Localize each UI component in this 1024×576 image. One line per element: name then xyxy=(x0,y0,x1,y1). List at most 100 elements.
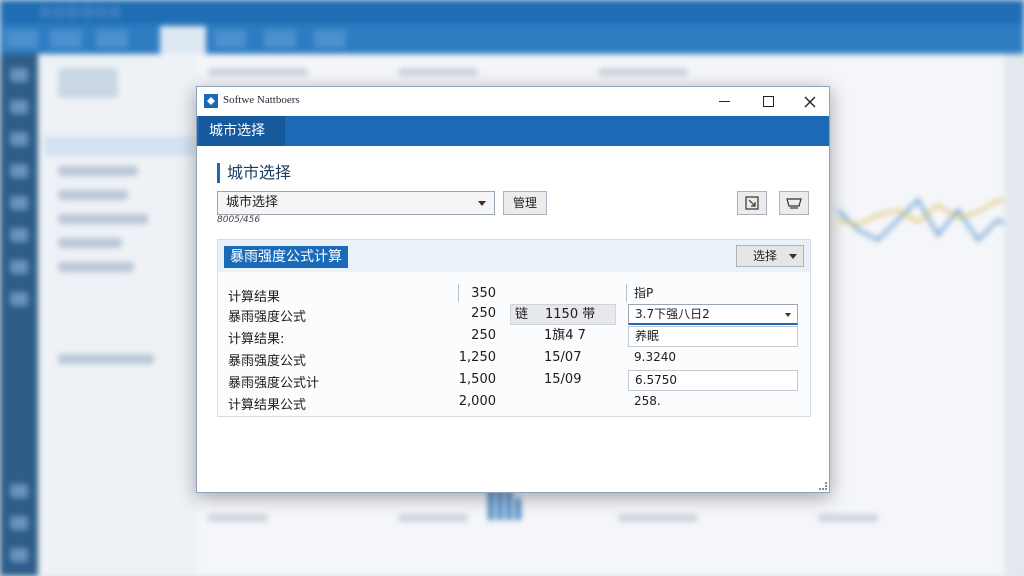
nav-block xyxy=(58,68,118,98)
table-row: 计算结果 350 指P xyxy=(218,284,810,305)
main-line xyxy=(598,68,688,76)
rail-icon xyxy=(10,68,28,82)
table-row: 暴雨强度公式 250 链 1150 带 3.7下强八日2 xyxy=(218,304,810,325)
row-value: 2,000 xyxy=(458,394,496,409)
background-icon-rail xyxy=(0,54,38,576)
row-input[interactable]: 养眠 xyxy=(628,326,798,347)
row-label: 计算结果: xyxy=(228,332,285,347)
table-row: 暴雨强度公式 1,250 15/07 9.3240 xyxy=(218,348,810,369)
background-tab-strip xyxy=(0,24,1024,54)
row-value: 1,500 xyxy=(458,372,496,387)
nav-row xyxy=(58,190,128,200)
table-row: 计算结果公式 2,000 258. xyxy=(218,392,810,413)
background-bar xyxy=(506,490,512,520)
row-value: 350 xyxy=(471,286,496,301)
chevron-down-icon xyxy=(789,254,797,259)
row-mid-b: 15/09 xyxy=(544,372,582,387)
resize-grip-icon[interactable] xyxy=(819,482,827,490)
row-label: 暴雨强度公式计 xyxy=(228,376,320,391)
minimize-button[interactable] xyxy=(703,87,745,116)
row-value: 250 xyxy=(471,306,496,321)
edit-icon xyxy=(745,196,759,210)
rail-icon xyxy=(10,548,28,562)
row-label: 计算结果 xyxy=(228,290,281,305)
panel-select-dropdown[interactable]: 选择 xyxy=(736,245,804,267)
row-mid-b: 1150 带 xyxy=(545,307,596,322)
rail-icon xyxy=(10,100,28,114)
main-line xyxy=(398,514,468,522)
dialog-header-bar: 城市选择 xyxy=(197,116,829,146)
maximize-icon xyxy=(762,96,774,107)
row-value: 250 xyxy=(471,328,496,343)
rail-icon xyxy=(10,132,28,146)
background-chart-series xyxy=(838,198,1018,227)
row-mid-b: 15/07 xyxy=(544,350,582,365)
main-line xyxy=(818,514,878,522)
row-input[interactable]: 6.5750 xyxy=(628,370,798,391)
row-combo-value: 3.7下强八日2 xyxy=(635,307,710,321)
background-tab xyxy=(264,30,296,48)
close-button[interactable] xyxy=(789,87,831,116)
dialog-title: Softwe Nattboers xyxy=(223,94,300,106)
nav-row xyxy=(58,238,122,248)
background-line-chart xyxy=(838,198,1018,242)
print-button[interactable] xyxy=(779,191,809,215)
rail-icon xyxy=(10,484,28,498)
row-right-value: 9.3240 xyxy=(634,350,676,364)
background-tab-active xyxy=(160,26,206,54)
row-label: 暴雨强度公式 xyxy=(228,310,307,325)
dialog-titlebar: Softwe Nattboers xyxy=(197,87,829,116)
background-tab xyxy=(214,30,246,48)
rainstorm-calc-panel: 暴雨强度公式计算 选择 计算结果 350 指P 暴雨强度公式 250 链 115… xyxy=(217,239,811,417)
header-tab[interactable]: 城市选择 xyxy=(199,116,285,146)
rail-icon xyxy=(10,196,28,210)
nav-row xyxy=(58,214,148,224)
section-title: 城市选择 xyxy=(217,163,291,183)
row-right-value: 258. xyxy=(634,394,661,408)
main-line xyxy=(208,514,268,522)
maximize-button[interactable] xyxy=(747,87,789,116)
city-select[interactable]: 城市选择 xyxy=(217,191,495,215)
row-mid-cell: 15/09 xyxy=(510,370,616,391)
background-tab xyxy=(96,30,128,48)
panel-header: 暴雨强度公式计算 选择 xyxy=(218,240,810,272)
minimize-icon xyxy=(718,101,730,102)
print-icon xyxy=(786,198,802,209)
row-mid-a: 链 xyxy=(515,307,529,322)
background-chart-series xyxy=(838,198,1018,242)
panel-dropdown-label: 选择 xyxy=(753,249,778,263)
row-label: 计算结果公式 xyxy=(228,398,307,413)
row-right-label: 指P xyxy=(634,286,654,300)
rail-icon xyxy=(10,228,28,242)
background-title: ▢ ▢ ▢ ▢ ▢ ▢ xyxy=(40,5,120,18)
panel-title: 暴雨强度公式计算 xyxy=(224,246,348,268)
nav-row xyxy=(58,262,134,272)
city-select-value: 城市选择 xyxy=(226,195,279,210)
rail-icon xyxy=(10,260,28,274)
edit-button[interactable] xyxy=(737,191,767,215)
nav-row-selected xyxy=(44,136,194,156)
background-titlebar: ▢ ▢ ▢ ▢ ▢ ▢ xyxy=(0,0,1024,24)
settings-dialog: Softwe Nattboers 城市选择 城市选择 城市选择 管理 8005/… xyxy=(196,86,830,493)
app-logo-icon xyxy=(204,94,218,108)
nav-row xyxy=(58,166,138,176)
row-mid-cell: 1旗4 7 xyxy=(510,326,616,347)
hint-text: 8005/456 xyxy=(217,215,261,225)
manage-button[interactable]: 管理 xyxy=(503,191,547,215)
row-combo-select[interactable]: 3.7下强八日2 xyxy=(628,304,798,325)
main-line xyxy=(208,68,308,76)
row-mid-b: 1旗4 7 xyxy=(544,328,586,343)
rail-icon xyxy=(10,292,28,306)
chevron-down-icon xyxy=(785,313,791,317)
rail-icon xyxy=(10,164,28,178)
table-row: 暴雨强度公式计 1,500 15/09 6.5750 xyxy=(218,370,810,391)
background-nav-panel xyxy=(38,54,198,576)
table-row: 计算结果: 250 1旗4 7 养眠 xyxy=(218,326,810,347)
nav-row xyxy=(58,354,154,364)
row-mid-cell: 链 1150 带 xyxy=(510,304,616,325)
row-label: 暴雨强度公式 xyxy=(228,354,307,369)
close-icon xyxy=(804,96,816,107)
background-bar xyxy=(515,498,521,520)
background-right-strip xyxy=(1004,54,1024,576)
main-line xyxy=(398,68,478,76)
